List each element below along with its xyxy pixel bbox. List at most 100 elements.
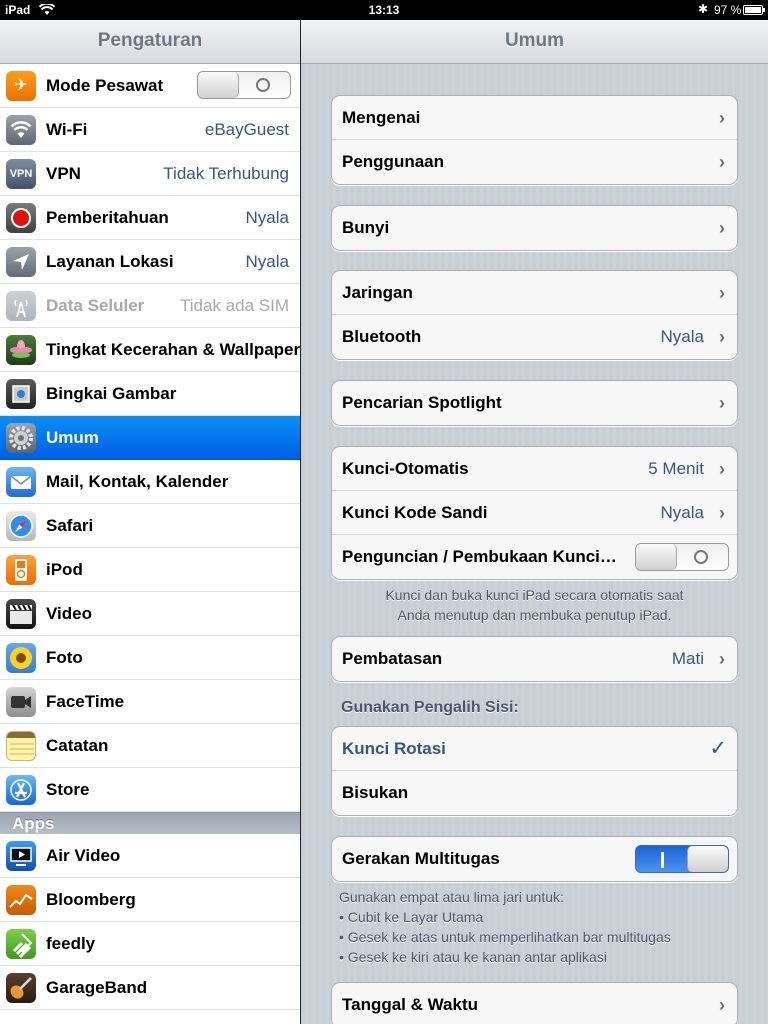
sidebar-item-label: Data Seluler [46,296,145,315]
sidebar-item-label: Mail, Kontak, Kalender [46,472,229,491]
clock: 13:13 [368,3,400,17]
sidebar-item-brightness-wallpaper[interactable]: Tingkat Kecerahan & Wallpaper [0,328,300,372]
sidebar-item-store[interactable]: Store [0,768,300,812]
footer-line: Anda menutup dan membuka penutup iPad. [397,607,672,623]
sidebar-item-video[interactable]: Video [0,592,300,636]
settings-group-side-switch: Kunci Rotasi ✓ Bisukan [331,726,738,816]
chevron-right-icon: › [719,649,725,669]
settings-group-sounds: Bunyi › [331,205,738,251]
row-about[interactable]: Mengenai › [332,96,737,140]
sidebar-item-safari[interactable]: Safari [0,504,300,548]
settings-group-spotlight: Pencarian Spotlight › [331,380,738,426]
sidebar-item-garageband[interactable]: GarageBand [0,966,300,1010]
row-cover-lock-unlock: Penguncian / Pembukaan Kunci… [332,535,737,579]
footer-line: • Cubit ke Layar Utama [339,909,484,925]
row-label: Kunci Kode Sandi [342,503,488,522]
picture-frame-icon [6,379,36,409]
multitasking-gestures-switch[interactable] [635,845,729,873]
sidebar-item-airplane-mode[interactable]: ✈ Mode Pesawat [0,64,300,108]
sidebar-item-notifications[interactable]: Pemberitahuan Nyala [0,196,300,240]
checkmark-icon: ✓ [709,737,727,760]
row-label: Pencarian Spotlight [342,393,502,412]
row-label: Pembatasan [342,649,443,668]
settings-group-network: Jaringan › Bluetooth Nyala › [331,270,738,360]
sidebar-item-label: feedly [46,934,96,953]
air-video-icon [6,841,36,871]
settings-group-restrictions: Pembatasan Mati › [331,636,738,682]
row-label: Kunci-Otomatis [342,459,469,478]
row-spotlight-search[interactable]: Pencarian Spotlight › [332,381,737,425]
sidebar-item-bloomberg[interactable]: Bloomberg [0,878,300,922]
row-value: Nyala [660,327,704,346]
sidebar-item-label: Bloomberg [46,890,136,909]
row-date-time[interactable]: Tanggal & Waktu › [332,983,737,1024]
row-mute[interactable]: Bisukan [332,771,737,815]
settings-group-multitasking: Gerakan Multitugas [331,836,738,882]
settings-sidebar: Pengaturan ✈ Mode Pesawat Wi-Fi eBayGues… [0,20,300,1024]
settings-group-lock: Kunci-Otomatis 5 Menit › Kunci Kode Sandi N… [331,446,738,580]
sidebar-item-label: Pemberitahuan [46,208,169,227]
sidebar-item-wifi[interactable]: Wi-Fi eBayGuest [0,108,300,152]
chevron-right-icon: › [719,108,725,128]
row-passcode-lock[interactable]: Kunci Kode Sandi Nyala › [332,491,737,535]
sidebar-item-value: Tidak ada SIM [180,296,289,315]
footer-line: • Gesek ke kiri atau ke kanan antar apli… [339,949,607,965]
switch-knob [687,846,728,872]
sidebar-item-feedly[interactable]: feedly [0,922,300,966]
row-restrictions[interactable]: Pembatasan Mati › [332,637,737,681]
sidebar-item-label: VPN [46,164,81,183]
row-label: Tanggal & Waktu [342,995,478,1014]
row-usage[interactable]: Penggunaan › [332,140,737,184]
row-value: Mati [671,649,704,668]
apps-section-header: Apps [0,812,300,834]
sidebar-item-label: Layanan Lokasi [46,252,174,271]
sidebar-item-facetime[interactable]: FaceTime [0,680,300,724]
row-label: Bluetooth [342,327,422,346]
row-network[interactable]: Jaringan › [332,271,737,315]
row-label: Kunci Rotasi [342,739,446,758]
sidebar-item-label: Catatan [46,736,109,755]
mail-icon [6,467,36,497]
sidebar-item-label: Air Video [46,846,121,865]
video-clapper-icon [6,599,36,629]
sidebar-item-label: Foto [46,648,83,667]
chevron-right-icon: › [719,218,725,238]
airplane-mode-switch[interactable] [197,71,291,99]
wifi-icon [6,115,36,145]
chevron-right-icon: › [719,152,725,172]
sidebar-item-ipod[interactable]: iPod [0,548,300,592]
cellular-icon [6,291,36,321]
row-bluetooth[interactable]: Bluetooth Nyala › [332,315,737,359]
sidebar-item-label: Bingkai Gambar [46,384,177,403]
detail-title: Umum [301,20,768,64]
sidebar-item-label: Wi-Fi [46,120,88,139]
sidebar-item-cellular-data[interactable]: Data Seluler Tidak ada SIM [0,284,300,328]
chevron-right-icon: › [719,995,725,1015]
footer-line: Kunci dan buka kunci iPad secara otomati… [385,587,684,603]
row-lock-rotation[interactable]: Kunci Rotasi ✓ [332,727,737,771]
sidebar-item-air-video[interactable]: Air Video [0,834,300,878]
row-label: Penguncian / Pembukaan Kunci… [342,547,617,566]
footer-line: Gunakan empat atau lima jari untuk: [339,889,564,905]
general-detail-pane: Umum Mengenai › Penggunaan › Bunyi › Jaring… [301,20,768,1024]
settings-group-about: Mengenai › Penggunaan › [331,95,738,185]
row-sounds[interactable]: Bunyi › [332,206,737,250]
cover-lock-switch[interactable] [635,543,729,571]
sidebar-item-label: Mode Pesawat [46,76,164,95]
row-auto-lock[interactable]: Kunci-Otomatis 5 Menit › [332,447,737,491]
multitasking-footer-note: Gunakan empat atau lima jari untuk: • Cu… [339,887,671,967]
row-multitasking-gestures: Gerakan Multitugas [332,837,737,881]
chevron-right-icon: › [719,503,725,523]
sidebar-item-mail-contacts-calendar[interactable]: Mail, Kontak, Kalender [0,460,300,504]
notes-icon [6,731,36,761]
sidebar-item-notes[interactable]: Catatan [0,724,300,768]
sidebar-item-picture-frame[interactable]: Bingkai Gambar [0,372,300,416]
sidebar-item-photos[interactable]: Foto [0,636,300,680]
sidebar-item-value: eBayGuest [204,120,289,139]
sidebar-item-label: Tingkat Kecerahan & Wallpaper [46,340,300,359]
sidebar-item-vpn[interactable]: VPN VPN Tidak Terhubung [0,152,300,196]
lock-footer-note: Kunci dan buka kunci iPad secara otomati… [331,585,738,625]
sidebar-item-general[interactable]: Umum [0,416,300,460]
sidebar-item-label: Safari [46,516,94,535]
sidebar-item-location-services[interactable]: Layanan Lokasi Nyala [0,240,300,284]
